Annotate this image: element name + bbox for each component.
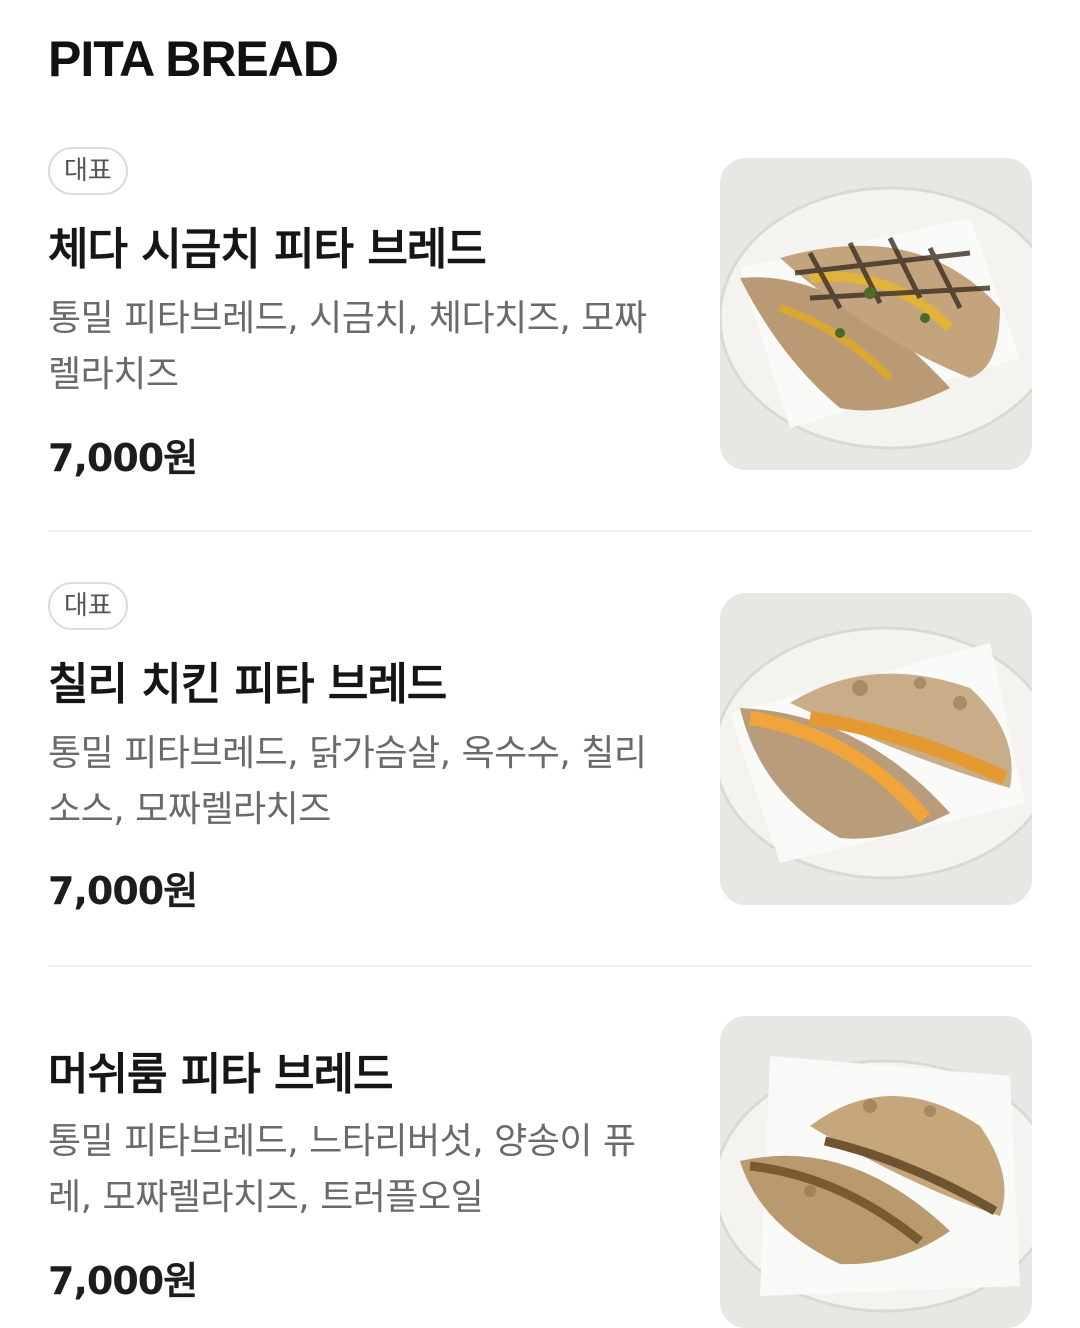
mushroom-pita-photo[interactable]: [720, 1016, 1032, 1328]
signature-badge: 대표: [48, 147, 128, 195]
menu-item-description: 통밀 피타브레드, 시금치, 체다치즈, 모짜렐라치즈: [48, 298, 647, 395]
menu-item-price: 7,000원: [48, 436, 198, 480]
section-title: PITA BREAD: [48, 31, 339, 87]
menu-item-name: 머쉬룸 피타 브레드: [48, 1049, 393, 1100]
menu-item-description: 통밀 피타브레드, 닭가슴살, 옥수수, 칠리소스, 모짜렐라치즈: [48, 733, 647, 830]
menu-item-price: 7,000원: [48, 869, 198, 913]
cheddar-spinach-pita-photo[interactable]: [720, 158, 1032, 470]
chili-chicken-pita-photo[interactable]: [720, 593, 1032, 905]
divider: [48, 530, 1032, 532]
menu-item[interactable]: 대표 칠리 치킨 피타 브레드 통밀 피타브레드, 닭가슴살, 옥수수, 칠리소…: [48, 582, 1032, 913]
divider: [48, 965, 1032, 967]
menu-item-name: 칠리 치킨 피타 브레드: [48, 659, 447, 710]
menu-item[interactable]: 대표 체다 시금치 피타 브레드 통밀 피타브레드, 시금치, 체다치즈, 모짜…: [48, 147, 1032, 480]
menu-item-name: 체다 시금치 피타 브레드: [48, 224, 487, 275]
signature-badge: 대표: [48, 582, 128, 630]
menu-item-price: 7,000원: [48, 1259, 198, 1303]
menu-item[interactable]: 머쉬룸 피타 브레드 통밀 피타브레드, 느타리버섯, 양송이 퓨레, 모짜렐라…: [48, 1016, 1032, 1328]
menu-item-description: 통밀 피타브레드, 느타리버섯, 양송이 퓨레, 모짜렐라치즈, 트러플오일: [48, 1121, 636, 1218]
